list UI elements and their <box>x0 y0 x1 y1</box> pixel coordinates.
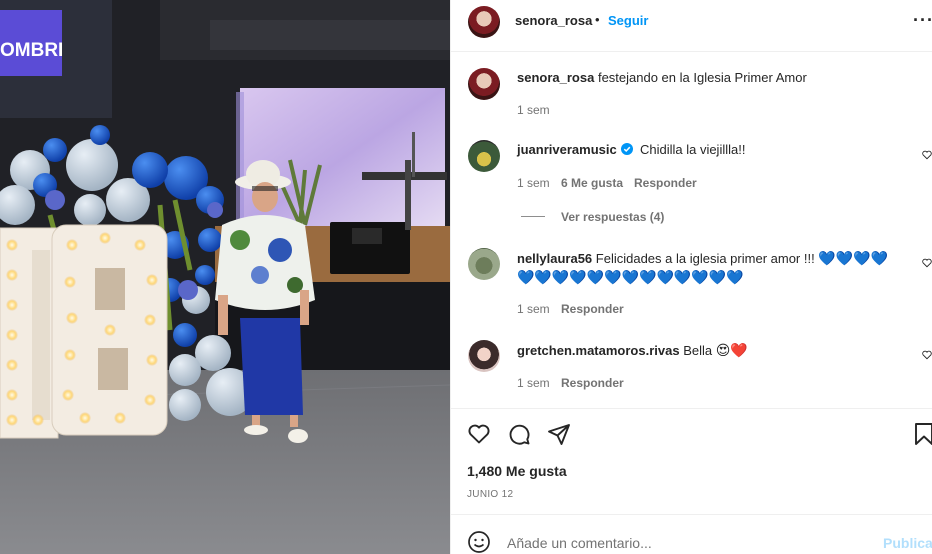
heart-eyes-emoji: 😍❤️ <box>715 342 748 358</box>
comment-username[interactable]: juanriveramusic <box>517 142 617 157</box>
comment-avatar[interactable] <box>468 248 500 280</box>
comment-input[interactable]: Añade un comentario... <box>507 535 652 551</box>
caption: senora_rosa festejando en la Iglesia Pri… <box>517 69 917 87</box>
caption-text: festejando en la Iglesia Primer Amor <box>597 70 807 85</box>
reply-button[interactable]: Responder <box>561 302 624 316</box>
avatar[interactable] <box>468 6 500 38</box>
blue-hearts-emoji: 💙💙💙💙💙💙💙💙💙💙💙💙💙 <box>517 269 744 285</box>
comment-username[interactable]: gretchen.matamoros.rivas <box>517 343 680 358</box>
post-date[interactable]: JUNIO 12 <box>467 489 513 500</box>
follow-button[interactable]: Seguir <box>608 13 648 28</box>
save-bookmark-icon[interactable] <box>914 422 932 446</box>
comment-body: Bella <box>683 343 713 358</box>
comment-body: Felicidades a la iglesia primer amor !!! <box>595 251 815 266</box>
caption-time[interactable]: 1 sem <box>517 103 550 117</box>
comment-text: nellylaura56 Felicidades a la iglesia pr… <box>517 249 912 287</box>
caption-avatar[interactable] <box>468 68 500 100</box>
replies-divider <box>521 216 545 217</box>
separator-dot: • <box>595 12 600 27</box>
comment-avatar[interactable] <box>468 140 500 172</box>
comment-bar: Añade un comentario... Publicar <box>451 514 932 554</box>
comment-time[interactable]: 1 sem <box>517 302 550 316</box>
comment-username[interactable]: nellylaura56 <box>517 251 592 266</box>
view-replies-button[interactable]: Ver respuestas (4) <box>561 210 664 224</box>
caption-username[interactable]: senora_rosa <box>517 70 594 85</box>
photo-illustration <box>0 0 450 554</box>
post-panel: senora_rosa • Seguir ··· senora_rosa fes… <box>450 0 932 554</box>
reply-button[interactable]: Responder <box>561 376 624 390</box>
comment-avatar[interactable] <box>468 340 500 372</box>
comment-bubble-icon[interactable] <box>507 422 531 446</box>
like-heart-icon[interactable] <box>467 422 491 446</box>
header-username[interactable]: senora_rosa <box>515 13 592 28</box>
share-send-icon[interactable] <box>547 422 571 446</box>
emoji-smiley-icon[interactable] <box>467 530 491 554</box>
publish-button[interactable]: Publicar <box>883 535 932 551</box>
post-actions: 1,480 Me gusta JUNIO 12 <box>451 408 932 514</box>
post-photo[interactable]: OMBRE <box>0 0 450 554</box>
comment-like-heart-icon[interactable] <box>922 349 932 361</box>
verified-badge-icon <box>621 143 634 155</box>
likes-count[interactable]: 1,480 Me gusta <box>467 463 567 479</box>
blue-hearts-emoji: 💙💙💙💙 <box>818 250 889 266</box>
comment-time[interactable]: 1 sem <box>517 176 550 190</box>
comment-like-heart-icon[interactable] <box>922 257 932 269</box>
comment-time[interactable]: 1 sem <box>517 376 550 390</box>
comment-like-heart-icon[interactable] <box>922 149 932 161</box>
comment-body: Chidilla la viejillla!! <box>639 142 746 157</box>
reply-button[interactable]: Responder <box>634 176 697 190</box>
comment-text: juanriveramusic Chidilla la viejillla!! <box>517 141 897 159</box>
post-header: senora_rosa • Seguir ··· <box>451 0 932 52</box>
banner-text: OMBRE <box>0 40 62 61</box>
more-options-icon[interactable]: ··· <box>913 10 932 31</box>
comment-text: gretchen.matamoros.rivas Bella 😍❤️ <box>517 341 912 360</box>
comment-likes[interactable]: 6 Me gusta <box>561 176 623 190</box>
